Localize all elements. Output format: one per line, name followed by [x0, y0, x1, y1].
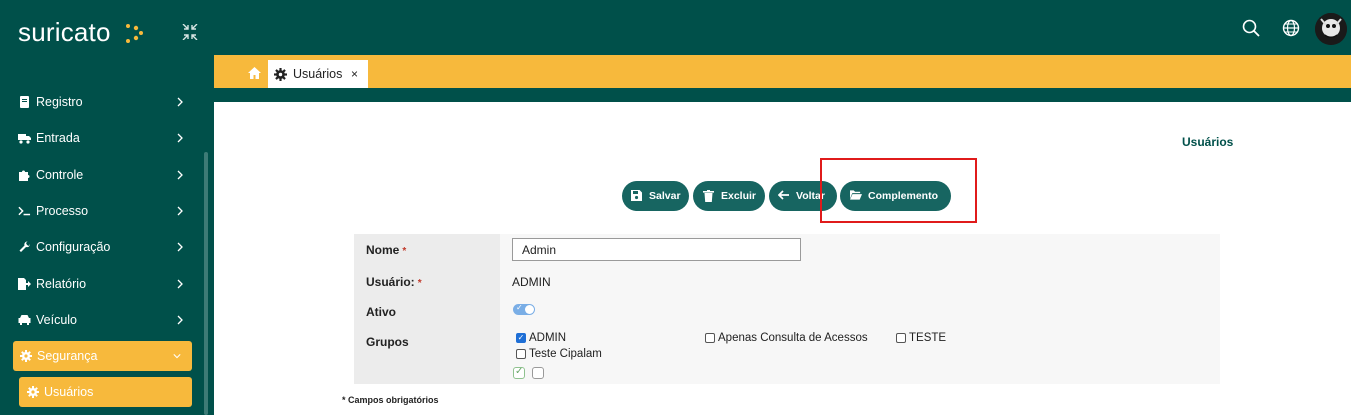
report-icon [18, 277, 31, 290]
nome-input[interactable] [512, 238, 801, 261]
required-mark: * [402, 246, 407, 257]
sidebar-item-veiculo[interactable]: Veículo [0, 302, 214, 338]
checkbox-checked[interactable] [516, 333, 526, 343]
trash-icon [703, 190, 715, 202]
chevron-right-icon [177, 315, 183, 325]
nome-label: Nome * [366, 243, 406, 257]
sidebar-item-registro[interactable]: Registro [0, 84, 214, 120]
check-icon: ✓ [516, 303, 523, 312]
group-checkbox-teste-cipalam[interactable]: Teste Cipalam [516, 348, 602, 360]
tab-label: Usuários [293, 67, 343, 81]
top-header [214, 0, 1351, 55]
globe-icon[interactable] [1282, 19, 1300, 37]
gear-icon [274, 67, 287, 81]
nome-label-text: Nome [366, 243, 400, 257]
close-icon[interactable]: × [351, 67, 360, 81]
tab-usuarios[interactable]: Usuários × [268, 60, 368, 88]
required-mark: * [417, 278, 422, 289]
checkbox-unchecked[interactable] [516, 349, 526, 359]
highlight-box [820, 158, 977, 223]
logo-dots-icon [126, 24, 143, 43]
search-icon[interactable] [1242, 19, 1260, 37]
sidebar-item-label: Veículo [36, 312, 78, 327]
terminal-icon [18, 205, 31, 218]
ativo-toggle[interactable]: ✓ [513, 303, 535, 315]
usuario-label: Usuário: * [366, 275, 422, 289]
page-title: Usuários [1182, 135, 1234, 149]
sidebar-item-label: Entrada [36, 131, 80, 146]
sidebar-item-label: Relatório [36, 276, 87, 291]
toggle-knob [525, 305, 534, 314]
gear-icon [26, 386, 39, 399]
wrench-icon [18, 241, 31, 254]
sidebar-scrollbar[interactable] [204, 152, 208, 415]
delete-label: Excluir [721, 190, 757, 202]
sidebar-subitem-usuarios[interactable]: Usuários [19, 377, 192, 408]
save-label: Salvar [649, 190, 681, 202]
chevron-right-icon [177, 242, 183, 252]
sidebar-item-label: Registro [36, 95, 83, 110]
chevron-right-icon [177, 97, 183, 107]
checkbox-unchecked[interactable] [896, 333, 906, 343]
group-label: ADMIN [529, 332, 567, 344]
required-footnote: * Campos obrigatórios [342, 395, 439, 405]
sidebar-item-label: Configuração [36, 240, 111, 255]
checkbox-unchecked[interactable] [705, 333, 715, 343]
home-icon[interactable] [247, 66, 262, 80]
car-icon [18, 313, 31, 326]
avatar-image [1315, 13, 1347, 45]
group-label: TESTE [909, 332, 947, 344]
collapse-icon[interactable] [182, 24, 198, 40]
chevron-down-icon [173, 354, 181, 359]
puzzle-icon [18, 168, 31, 181]
tab-bar: Usuários × [214, 55, 1351, 102]
gear-icon [19, 350, 32, 363]
group-checkbox-apenas-consulta[interactable]: Apenas Consulta de Acessos [705, 332, 868, 344]
book-icon [18, 96, 31, 109]
group-label: Apenas Consulta de Acessos [718, 332, 868, 344]
usuario-value: ADMIN [512, 275, 551, 289]
sidebar-item-processo[interactable]: Processo [0, 193, 214, 229]
sidebar-menu: Registro Entrada Controle Processo Confi [0, 84, 214, 408]
floppy-icon [631, 190, 643, 202]
logo[interactable]: suricato [18, 17, 111, 48]
delete-button[interactable]: Excluir [693, 181, 765, 211]
select-none-checkbox[interactable] [532, 367, 544, 379]
group-label: Teste Cipalam [529, 348, 602, 360]
ativo-label: Ativo [366, 305, 396, 319]
grupos-label: Grupos [366, 335, 409, 349]
group-checkbox-admin[interactable]: ADMIN [516, 332, 566, 344]
chevron-right-icon [177, 206, 183, 216]
sidebar: suricato Registro Entrada Controle Proce… [0, 0, 214, 415]
chevron-right-icon [177, 279, 183, 289]
chevron-right-icon [177, 133, 183, 143]
truck-icon [18, 132, 31, 145]
sidebar-item-seguranca[interactable]: Segurança [13, 341, 192, 372]
app-root: suricato Registro Entrada Controle Proce… [0, 0, 1351, 415]
select-all-checkbox[interactable] [513, 366, 525, 379]
save-button[interactable]: Salvar [622, 181, 689, 211]
sidebar-item-configuracao[interactable]: Configuração [0, 229, 214, 265]
sidebar-subitem-label: Usuários [44, 385, 94, 400]
arrow-left-icon [778, 190, 790, 202]
sidebar-item-label: Segurança [37, 349, 98, 364]
sidebar-item-label: Processo [36, 204, 89, 219]
sidebar-item-entrada[interactable]: Entrada [0, 120, 214, 156]
sidebar-item-controle[interactable]: Controle [0, 157, 214, 193]
chevron-right-icon [177, 170, 183, 180]
logo-bar: suricato [0, 0, 214, 72]
sidebar-item-relatorio[interactable]: Relatório [0, 265, 214, 301]
usuario-label-text: Usuário: [366, 275, 415, 289]
group-checkbox-teste[interactable]: TESTE [896, 332, 946, 344]
avatar[interactable] [1315, 13, 1347, 45]
sidebar-item-label: Controle [36, 167, 84, 182]
